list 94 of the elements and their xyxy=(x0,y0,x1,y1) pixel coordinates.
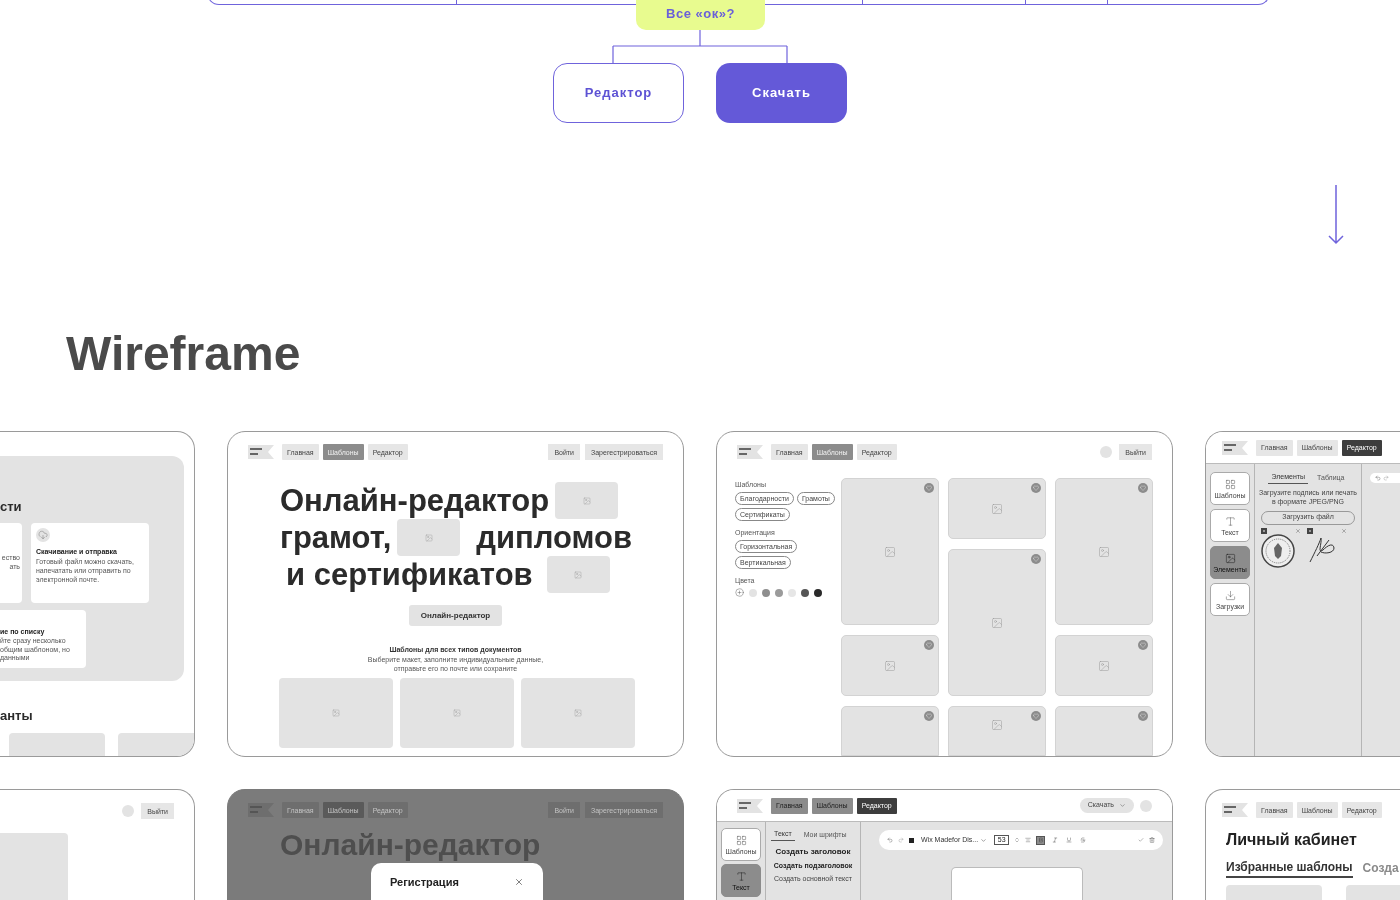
favorite-icon[interactable] xyxy=(924,640,934,650)
image-icon xyxy=(991,502,1003,515)
image-icon xyxy=(1098,545,1110,558)
flow-option-button[interactable]: Скачать xyxy=(716,63,847,123)
underline-button[interactable] xyxy=(1064,835,1074,845)
template-tile[interactable] xyxy=(948,549,1046,696)
image-icon xyxy=(991,719,1003,731)
type-icon xyxy=(1224,515,1236,527)
strikethrough-button[interactable] xyxy=(1078,835,1088,845)
add-icon[interactable] xyxy=(735,588,744,597)
image-icon xyxy=(884,545,896,558)
checkbox[interactable] xyxy=(1307,527,1313,534)
favorite-icon[interactable] xyxy=(924,711,934,721)
checkbox[interactable] xyxy=(1261,527,1267,534)
logo-icon xyxy=(737,798,763,813)
image-icon xyxy=(991,616,1003,629)
download-icon xyxy=(1224,589,1236,601)
grid-icon xyxy=(735,834,747,846)
profile-tab[interactable]: Созда xyxy=(1362,861,1399,878)
logo-icon xyxy=(1222,803,1248,817)
logo-icon xyxy=(1222,440,1248,455)
favorite-icon[interactable] xyxy=(1138,711,1148,721)
section-title: Wireframe xyxy=(66,330,301,378)
trash-icon[interactable] xyxy=(1149,837,1155,843)
color-swatch[interactable] xyxy=(814,588,822,597)
color-swatch[interactable] xyxy=(749,588,757,597)
image-icon xyxy=(582,496,591,505)
image-placeholder xyxy=(0,833,68,900)
favorite-icon[interactable] xyxy=(1138,640,1148,650)
stamp-drawing xyxy=(1261,533,1295,568)
headline-text: дипломов xyxy=(476,522,633,553)
color-swatch[interactable] xyxy=(788,588,796,597)
template-tile[interactable] xyxy=(841,478,939,625)
close-icon[interactable] xyxy=(514,877,524,887)
stepper-icon[interactable] xyxy=(1014,837,1021,843)
close-icon[interactable] xyxy=(1341,527,1347,534)
template-tile[interactable] xyxy=(1055,706,1153,756)
bold-button[interactable] xyxy=(1036,835,1046,845)
image-icon xyxy=(884,659,896,672)
color-swatch[interactable] xyxy=(762,588,770,597)
template-tile[interactable] xyxy=(841,706,939,756)
grid-icon xyxy=(1224,478,1236,490)
template-tile[interactable] xyxy=(948,478,1046,539)
down-arrow xyxy=(1328,185,1344,245)
image-icon xyxy=(574,570,583,579)
type-icon xyxy=(735,870,747,882)
image-icon xyxy=(424,533,433,542)
favorite-icon[interactable] xyxy=(1031,554,1041,564)
template-tile[interactable] xyxy=(841,635,939,696)
color-swatch[interactable] xyxy=(801,588,809,597)
card-placeholder xyxy=(1346,885,1400,900)
logo-icon xyxy=(248,445,274,459)
modal-title: Регистрация xyxy=(390,877,459,888)
template-tile[interactable] xyxy=(1055,635,1153,696)
avatar[interactable] xyxy=(1140,799,1152,812)
image-icon xyxy=(1098,659,1110,672)
undo-icon[interactable] xyxy=(1375,475,1381,481)
image-icon xyxy=(453,708,461,717)
check-icon[interactable] xyxy=(1138,837,1144,843)
favorite-icon[interactable] xyxy=(1138,483,1148,493)
redo-icon[interactable] xyxy=(1383,475,1389,481)
logo-icon xyxy=(737,445,763,459)
profile-tab[interactable]: Избранные шаблоны xyxy=(1226,861,1353,878)
image-icon xyxy=(332,708,340,717)
headline-text: и сертификатов xyxy=(286,559,533,590)
headline-text: Онлайн-редактор xyxy=(280,485,550,516)
color-swatch[interactable] xyxy=(775,588,783,597)
redo-icon[interactable] xyxy=(898,837,904,843)
text-style-option[interactable]: Создать заголовок xyxy=(775,848,851,856)
avatar[interactable] xyxy=(1100,446,1113,458)
chevron-down-icon xyxy=(980,836,988,844)
logo-icon xyxy=(248,803,274,817)
favorite-icon[interactable] xyxy=(1031,483,1041,493)
chevron-down-icon xyxy=(1119,802,1126,809)
image-icon xyxy=(574,708,582,717)
template-tile[interactable] xyxy=(1055,478,1153,625)
align-center-icon[interactable] xyxy=(1025,837,1032,843)
close-icon[interactable] xyxy=(1295,527,1301,534)
undo-icon[interactable] xyxy=(887,837,893,843)
page-title: Личный кабинет xyxy=(1225,832,1358,848)
cloud-download-icon xyxy=(36,528,50,542)
decision-node: Все «ок»? xyxy=(636,0,765,30)
section-heading: анты xyxy=(0,709,34,722)
image-icon xyxy=(1224,552,1236,564)
favorite-icon[interactable] xyxy=(924,483,934,493)
flow-option-button[interactable]: Редактор xyxy=(553,63,684,123)
section-heading: сти xyxy=(0,500,23,513)
template-tile[interactable] xyxy=(948,706,1046,756)
text-color-swatch[interactable] xyxy=(909,837,914,843)
favorite-icon[interactable] xyxy=(1031,711,1041,721)
italic-button[interactable] xyxy=(1050,835,1060,845)
headline-text: грамот, xyxy=(280,522,392,553)
avatar[interactable] xyxy=(122,805,135,817)
editor-button[interactable]: Онлайн-редактор xyxy=(408,605,503,626)
